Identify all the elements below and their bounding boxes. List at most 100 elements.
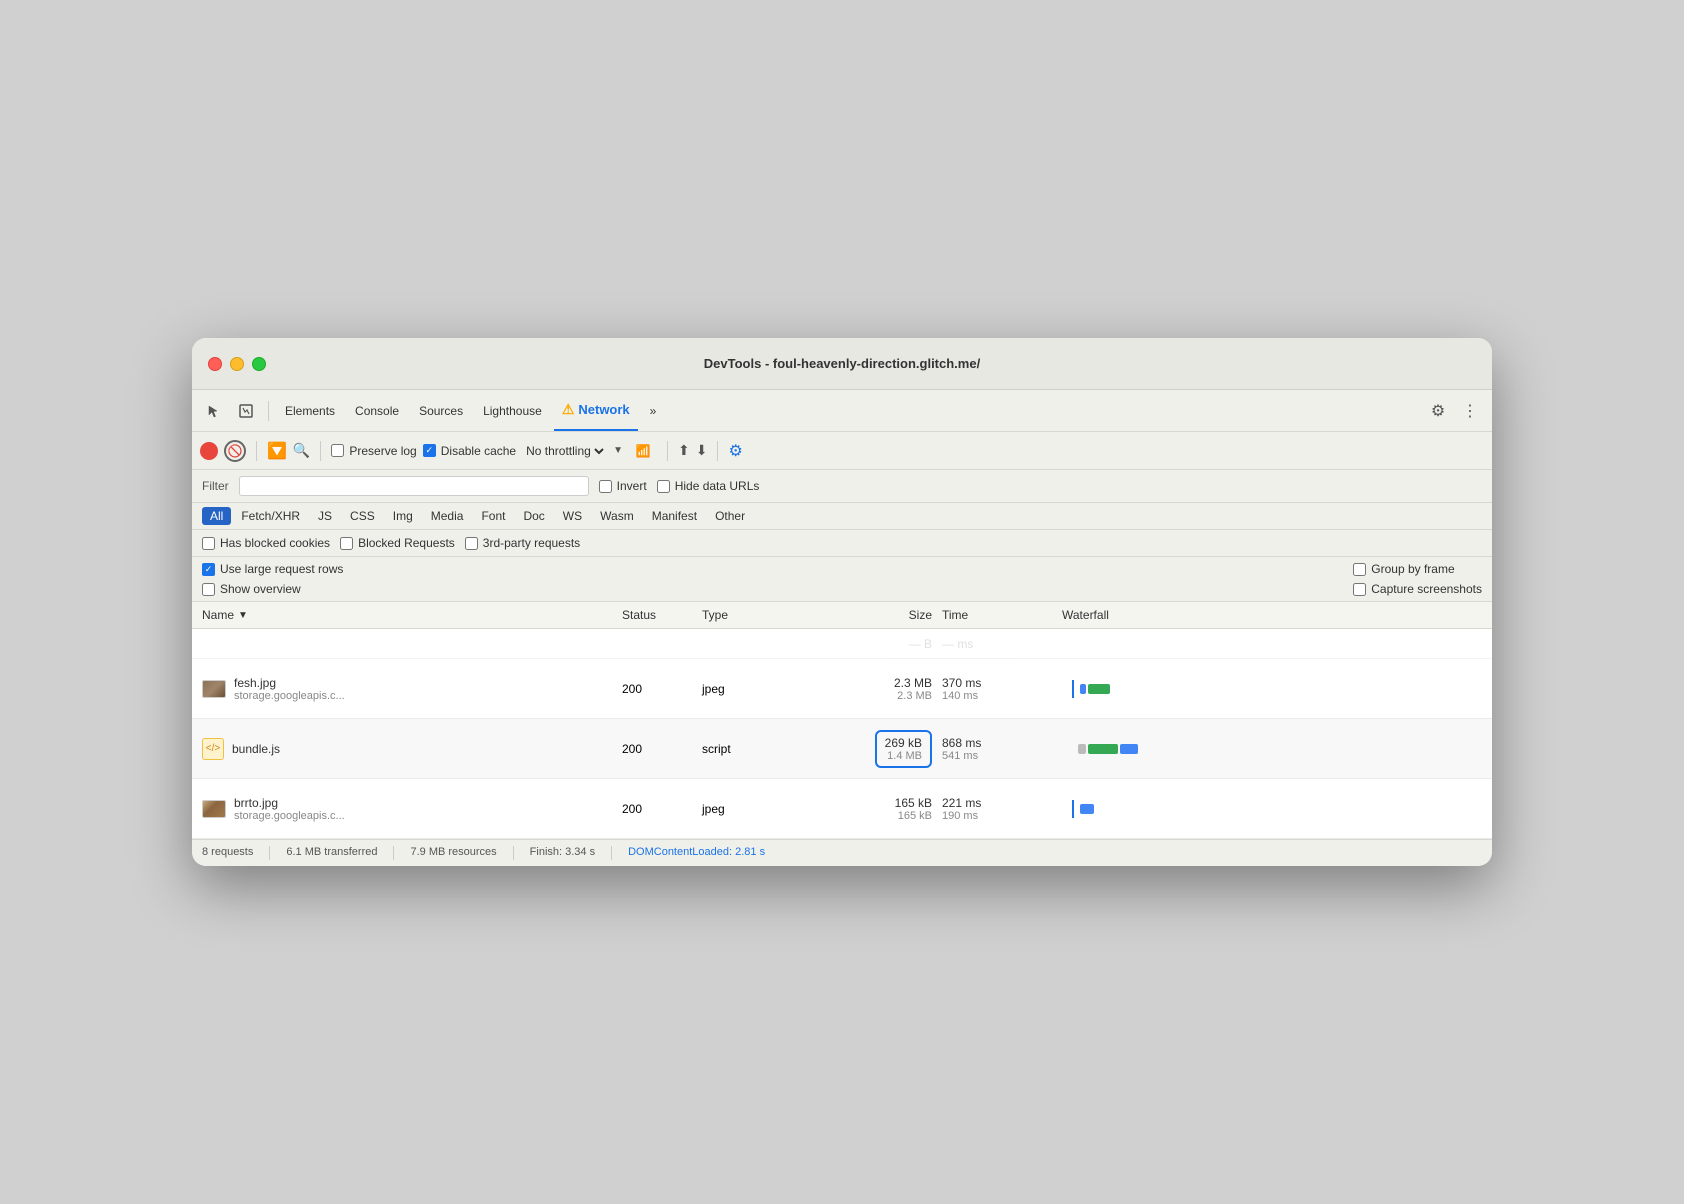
group-by-frame-input[interactable]: [1353, 563, 1366, 576]
invert-checkbox[interactable]: Invert: [599, 479, 647, 493]
tab-more[interactable]: »: [642, 400, 665, 422]
more-options-icon[interactable]: ⋮: [1456, 397, 1484, 425]
time-cell: — ms: [942, 637, 1062, 651]
waterfall-cell: [1062, 629, 1482, 658]
header-name[interactable]: Name ▼: [202, 608, 622, 622]
preserve-log-input[interactable]: [331, 444, 344, 457]
type-cell: jpeg: [702, 682, 802, 696]
filter-input[interactable]: [239, 476, 589, 496]
type-cell: jpeg: [702, 802, 802, 816]
minimize-button[interactable]: [230, 357, 244, 371]
download-icon[interactable]: ⬇: [696, 442, 708, 459]
header-status[interactable]: Status: [622, 608, 702, 622]
close-button[interactable]: [208, 357, 222, 371]
status-divider: [393, 846, 394, 860]
type-btn-doc[interactable]: Doc: [515, 507, 552, 525]
filter-row: Filter Invert Hide data URLs: [192, 470, 1492, 503]
type-btn-fetch[interactable]: Fetch/XHR: [233, 507, 308, 525]
throttle-select[interactable]: No throttling: [522, 443, 607, 459]
status-cell: 200: [622, 682, 702, 696]
file-domain: storage.googleapis.c...: [234, 690, 345, 702]
upload-icon[interactable]: ⬆: [678, 442, 690, 459]
type-btn-js[interactable]: JS: [310, 507, 340, 525]
file-thumbnail: [202, 680, 226, 698]
large-rows-checkbox[interactable]: ✓ Use large request rows: [202, 562, 343, 576]
blocked-requests-checkbox[interactable]: Blocked Requests: [340, 536, 455, 550]
has-blocked-cookies-label: Has blocked cookies: [220, 536, 330, 550]
tab-network-label: Network: [578, 402, 629, 417]
type-btn-wasm[interactable]: Wasm: [592, 507, 642, 525]
capture-screenshots-label: Capture screenshots: [1371, 582, 1482, 596]
group-by-frame-checkbox[interactable]: Group by frame: [1353, 562, 1482, 576]
hide-data-urls-checkbox[interactable]: Hide data URLs: [657, 479, 760, 493]
network-settings-icon[interactable]: ⚙: [728, 441, 742, 461]
tab-console[interactable]: Console: [347, 400, 407, 422]
name-cell: </> bundle.js: [202, 738, 622, 760]
hide-data-urls-label: Hide data URLs: [675, 479, 760, 493]
show-overview-checkbox[interactable]: Show overview: [202, 582, 343, 596]
third-party-input[interactable]: [465, 537, 478, 550]
warning-icon: ⚠: [562, 401, 575, 418]
capture-screenshots-checkbox[interactable]: Capture screenshots: [1353, 582, 1482, 596]
record-button[interactable]: [200, 442, 218, 460]
tab-network[interactable]: ⚠ Network: [554, 390, 638, 431]
waterfall-cell: [1062, 719, 1482, 778]
tab-lighthouse[interactable]: Lighthouse: [475, 400, 550, 422]
network-toolbar: 🚫 🔽 🔍 Preserve log ✓ Disable cache No th…: [192, 432, 1492, 470]
header-type[interactable]: Type: [702, 608, 802, 622]
waterfall-bar: [1080, 804, 1094, 814]
options-row: ✓ Use large request rows Show overview G…: [192, 557, 1492, 602]
has-blocked-cookies-checkbox[interactable]: Has blocked cookies: [202, 536, 330, 550]
tab-sources[interactable]: Sources: [411, 400, 471, 422]
inspect-icon[interactable]: [232, 397, 260, 425]
disable-cache-label: Disable cache: [441, 444, 516, 458]
type-btn-font[interactable]: Font: [473, 507, 513, 525]
show-overview-input[interactable]: [202, 583, 215, 596]
type-btn-media[interactable]: Media: [423, 507, 472, 525]
titlebar: DevTools - foul-heavenly-direction.glitc…: [192, 338, 1492, 390]
clear-button[interactable]: 🚫: [224, 440, 246, 462]
table-row[interactable]: </> bundle.js 200 script 269 kB 1.4 MB 8…: [192, 719, 1492, 779]
type-btn-other[interactable]: Other: [707, 507, 753, 525]
header-waterfall[interactable]: Waterfall: [1062, 608, 1482, 622]
waterfall-bar: [1088, 744, 1118, 754]
chevron-down-icon[interactable]: ▼: [613, 445, 623, 456]
sort-arrow-icon: ▼: [238, 610, 248, 621]
preserve-log-checkbox[interactable]: Preserve log: [331, 444, 416, 458]
file-info: bundle.js: [232, 742, 280, 756]
blocked-requests-input[interactable]: [340, 537, 353, 550]
search-icon[interactable]: 🔍: [293, 442, 310, 459]
devtools-window: DevTools - foul-heavenly-direction.glitc…: [192, 338, 1492, 866]
file-info: brrto.jpg storage.googleapis.c...: [234, 796, 345, 822]
type-btn-ws[interactable]: WS: [555, 507, 590, 525]
cursor-icon[interactable]: [200, 397, 228, 425]
header-size[interactable]: Size: [802, 608, 942, 622]
name-cell: brrto.jpg storage.googleapis.c...: [202, 796, 622, 822]
type-btn-all[interactable]: All: [202, 507, 231, 525]
table-row[interactable]: fesh.jpg storage.googleapis.c... 200 jpe…: [192, 659, 1492, 719]
has-blocked-cookies-input[interactable]: [202, 537, 215, 550]
type-btn-css[interactable]: CSS: [342, 507, 383, 525]
third-party-checkbox[interactable]: 3rd-party requests: [465, 536, 580, 550]
settings-icon[interactable]: ⚙: [1424, 397, 1452, 425]
type-btn-manifest[interactable]: Manifest: [644, 507, 705, 525]
filter-icon[interactable]: 🔽: [267, 441, 287, 461]
divider2: [256, 441, 257, 461]
file-domain: storage.googleapis.c...: [234, 810, 345, 822]
filter-label: Filter: [202, 479, 229, 493]
status-cell: 200: [622, 802, 702, 816]
tab-elements[interactable]: Elements: [277, 400, 343, 422]
invert-input[interactable]: [599, 480, 612, 493]
table-row[interactable]: — B — ms: [192, 629, 1492, 659]
size-cell: 165 kB 165 kB: [802, 796, 942, 822]
capture-screenshots-input[interactable]: [1353, 583, 1366, 596]
table-row[interactable]: brrto.jpg storage.googleapis.c... 200 jp…: [192, 779, 1492, 839]
network-conditions-icon[interactable]: 📶: [629, 437, 657, 465]
hide-data-urls-input[interactable]: [657, 480, 670, 493]
header-time[interactable]: Time: [942, 608, 1062, 622]
disable-cache-checkbox[interactable]: ✓ Disable cache: [423, 444, 516, 458]
type-btn-img[interactable]: Img: [385, 507, 421, 525]
fullscreen-button[interactable]: [252, 357, 266, 371]
waterfall-bar: [1088, 684, 1110, 694]
traffic-lights: [208, 357, 266, 371]
